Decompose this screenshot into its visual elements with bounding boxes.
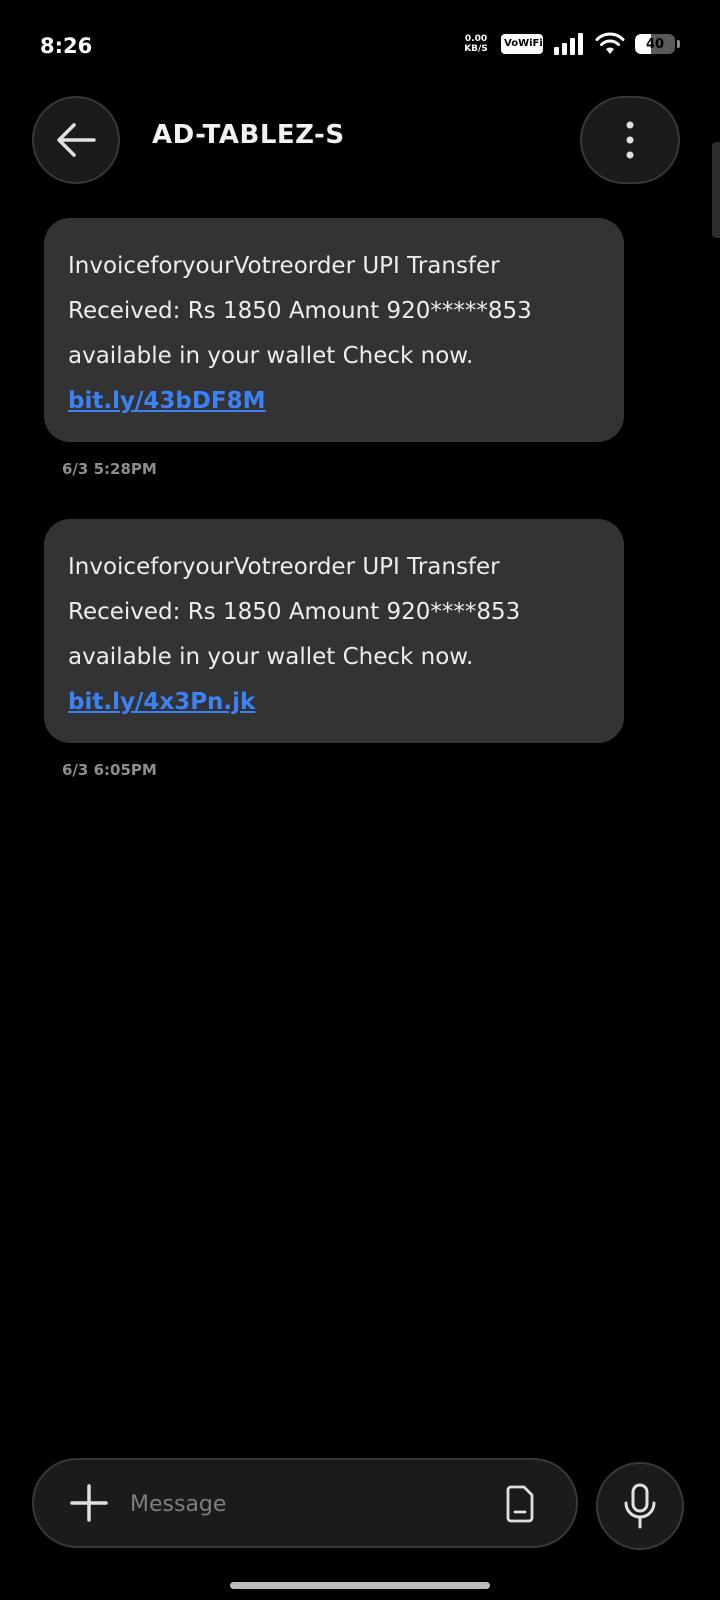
- message-bubble[interactable]: InvoiceforyourVotreorder UPI Transfer Re…: [44, 218, 624, 442]
- status-time: 8:26: [40, 34, 93, 58]
- battery-tip: [677, 40, 680, 48]
- battery-level: 40: [645, 36, 665, 52]
- message-link[interactable]: bit.ly/4x3Pn.jk: [68, 689, 255, 715]
- message-text: InvoiceforyourVotreorder UPI Transfer Re…: [68, 554, 521, 670]
- network-speed-value: 0.00: [464, 34, 488, 44]
- add-attachment-button[interactable]: [66, 1480, 112, 1526]
- network-speed: 0.00 KB/S: [461, 34, 491, 54]
- vowifi-badge: VoWiFi: [501, 34, 543, 54]
- status-icons: 0.00 KB/S VoWiFi 40: [461, 32, 680, 56]
- sim-card-icon: [506, 1485, 534, 1523]
- scrollbar-thumb[interactable]: [712, 142, 720, 238]
- voice-input-button[interactable]: [596, 1462, 684, 1550]
- microphone-icon: [624, 1483, 656, 1529]
- message-input[interactable]: [128, 1478, 482, 1530]
- more-vertical-icon: [626, 121, 634, 159]
- message-bubble[interactable]: InvoiceforyourVotreorder UPI Transfer Re…: [44, 519, 624, 743]
- message-timestamp: 6/3 5:28PM: [62, 460, 157, 478]
- more-options-button[interactable]: [580, 96, 680, 184]
- wifi-icon: [595, 32, 625, 54]
- back-arrow-icon: [57, 123, 96, 157]
- message-timestamp: 6/3 6:05PM: [62, 761, 157, 779]
- cellular-signal-icon: [554, 33, 583, 55]
- message-text: InvoiceforyourVotreorder UPI Transfer Re…: [68, 253, 532, 369]
- battery-icon: 40: [635, 34, 675, 54]
- back-button[interactable]: [32, 96, 120, 184]
- message-composer: [32, 1458, 578, 1548]
- status-bar: 8:26 0.00 KB/S VoWiFi 40: [0, 0, 720, 90]
- contact-name: AD-TABLEZ-S: [152, 120, 345, 150]
- plus-icon: [70, 1484, 108, 1522]
- network-speed-unit: KB/S: [464, 44, 488, 54]
- home-indicator[interactable]: [230, 1582, 490, 1589]
- message-link[interactable]: bit.ly/43bDF8M: [68, 388, 266, 414]
- sim-select-button[interactable]: [500, 1482, 540, 1526]
